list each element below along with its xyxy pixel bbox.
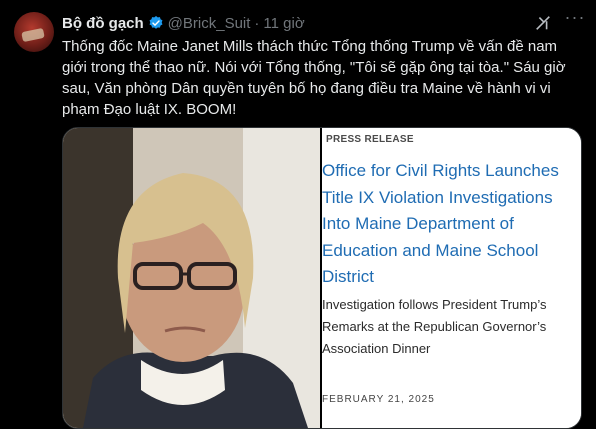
- press-release-label: PRESS RELEASE: [326, 134, 414, 145]
- grok-icon[interactable]: [534, 14, 552, 32]
- press-release-body: Investigation follows President Trump’s …: [322, 297, 547, 356]
- separator-dot: ·: [254, 14, 260, 32]
- display-name[interactable]: Bộ đồ gạch: [62, 15, 144, 32]
- verified-badge-icon: [149, 16, 163, 29]
- handle[interactable]: @Brick_Suit: [168, 15, 251, 32]
- timestamp[interactable]: 11 giờ: [263, 15, 304, 32]
- tweet-media[interactable]: PRESS RELEASE Office for Civil Rights La…: [62, 127, 582, 429]
- press-release-image[interactable]: PRESS RELEASE Office for Civil Rights La…: [322, 128, 581, 428]
- more-options-icon[interactable]: ···: [563, 8, 587, 30]
- avatar[interactable]: [14, 12, 54, 52]
- governor-photo-illustration: [63, 128, 320, 428]
- tweet[interactable]: Bộ đồ gạch @Brick_Suit · 11 giờ ··· Thốn…: [0, 0, 596, 429]
- press-release-title: Office for Civil Rights Launches Title I…: [322, 161, 559, 286]
- tweet-header: Bộ đồ gạch @Brick_Suit · 11 giờ: [62, 13, 305, 33]
- governor-photo[interactable]: [63, 128, 320, 428]
- avatar-image: [21, 27, 45, 43]
- tweet-text: Thống đốc Maine Janet Mills thách thức T…: [62, 38, 566, 118]
- press-release-date: FEBRUARY 21, 2025: [322, 394, 435, 405]
